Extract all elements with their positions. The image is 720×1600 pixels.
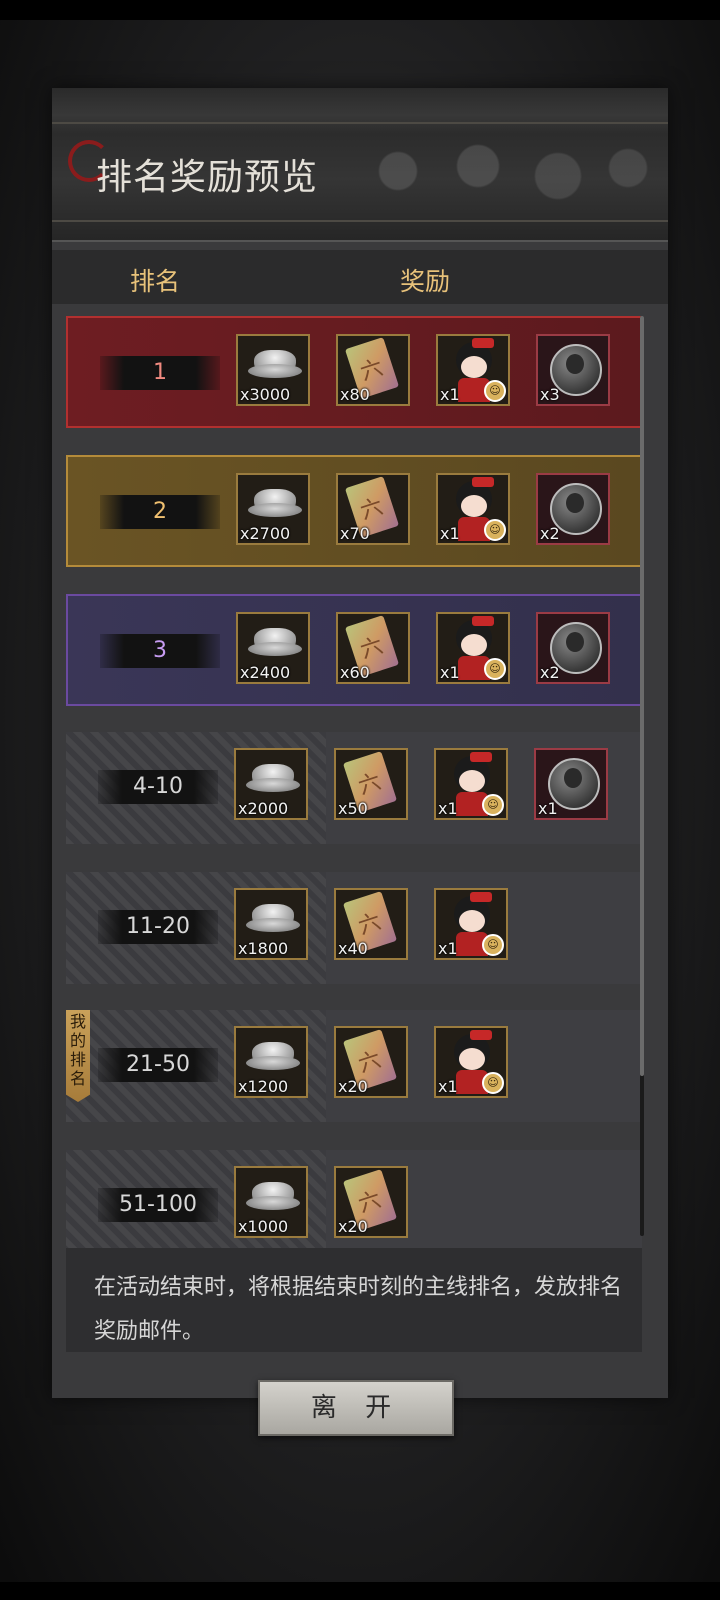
- item-quantity: x1: [438, 799, 458, 818]
- item-quantity: x1200: [238, 1077, 289, 1096]
- silver-ingot-icon: [246, 1042, 300, 1070]
- reward-list[interactable]: 1 x3000 x80 ☺ x1 x3 2 x2700 x70 ☺ x1 x2 3 …: [66, 316, 644, 1252]
- item-quantity: x50: [338, 799, 368, 818]
- character-bow: [472, 338, 494, 348]
- smile-icon: ☺: [484, 519, 506, 541]
- rank-label: 11-20: [98, 910, 218, 944]
- silver-ingot-icon: [246, 1182, 300, 1210]
- item-quantity: x1: [438, 1077, 458, 1096]
- silver-ingot-icon: [248, 628, 302, 656]
- smile-icon: ☺: [482, 794, 504, 816]
- silver-ingot-item[interactable]: x2000: [234, 748, 308, 820]
- item-quantity: x70: [340, 524, 370, 543]
- character-face: [459, 1048, 485, 1070]
- reward-row-rank-4-10: 4-10 x2000 x50 ☺ x1 x1: [66, 732, 642, 844]
- cloud-ornament: [358, 136, 658, 216]
- item-quantity: x20: [338, 1217, 368, 1236]
- character-face: [461, 495, 487, 517]
- character-face: [459, 770, 485, 792]
- item-quantity: x20: [338, 1077, 368, 1096]
- item-quantity: x2400: [240, 663, 291, 682]
- item-quantity: x2700: [240, 524, 291, 543]
- silver-ingot-item[interactable]: x1800: [234, 888, 308, 960]
- rank-label: 21-50: [98, 1048, 218, 1082]
- scrollbar-thumb[interactable]: [640, 316, 644, 1076]
- rank-label: 2: [100, 495, 220, 529]
- description-text: 在活动结束时，将根据结束时刻的主线排名，发放排名奖励邮件。: [66, 1248, 642, 1352]
- item-quantity: x80: [340, 385, 370, 404]
- item-quantity: x40: [338, 939, 368, 958]
- reward-row-rank-21-50: 21-50 x1200 x20 ☺ x1: [66, 1010, 642, 1122]
- ticket-item[interactable]: x80: [336, 334, 410, 406]
- ticket-item[interactable]: x20: [334, 1166, 408, 1238]
- item-quantity: x2: [540, 524, 560, 543]
- character-face: [461, 634, 487, 656]
- item-quantity: x3: [540, 385, 560, 404]
- reward-column-header: 奖励: [400, 267, 451, 296]
- character-face: [461, 356, 487, 378]
- rank-column-header: 排名: [130, 267, 181, 296]
- reward-row-rank-1: 1 x3000 x80 ☺ x1 x3: [66, 316, 642, 428]
- item-quantity: x3000: [240, 385, 291, 404]
- silver-ingot-icon: [246, 904, 300, 932]
- ticket-item[interactable]: x70: [336, 473, 410, 545]
- item-quantity: x1: [440, 524, 460, 543]
- item-quantity: x1: [440, 385, 460, 404]
- smile-icon: ☺: [484, 658, 506, 680]
- item-quantity: x1: [438, 939, 458, 958]
- rank-label: 51-100: [98, 1188, 218, 1222]
- item-quantity: x2000: [238, 799, 289, 818]
- reward-row-rank-51-100: 51-100 x1000 x20: [66, 1150, 642, 1252]
- silver-ingot-item[interactable]: x2400: [236, 612, 310, 684]
- smile-icon: ☺: [482, 934, 504, 956]
- character-item[interactable]: ☺ x1: [434, 888, 508, 960]
- rank-label: 3: [100, 634, 220, 668]
- medal-item[interactable]: x3: [536, 334, 610, 406]
- smile-icon: ☺: [482, 1072, 504, 1094]
- silver-ingot-item[interactable]: x1000: [234, 1166, 308, 1238]
- silver-ingot-item[interactable]: x2700: [236, 473, 310, 545]
- ticket-item[interactable]: x40: [334, 888, 408, 960]
- character-item[interactable]: ☺ x1: [436, 473, 510, 545]
- item-quantity: x1: [440, 663, 460, 682]
- character-item[interactable]: ☺ x1: [436, 334, 510, 406]
- reward-row-rank-11-20: 11-20 x1800 x40 ☺ x1: [66, 872, 642, 984]
- rank-label: 1: [100, 356, 220, 390]
- smile-icon: ☺: [484, 380, 506, 402]
- medal-item[interactable]: x2: [536, 612, 610, 684]
- medal-item[interactable]: x2: [536, 473, 610, 545]
- character-bow: [472, 616, 494, 626]
- my-rank-tag: 我的排名: [66, 1010, 90, 1102]
- leave-button[interactable]: 离 开: [258, 1380, 454, 1436]
- item-quantity: x1: [538, 799, 558, 818]
- rank-label: 4-10: [98, 770, 218, 804]
- medal-item[interactable]: x1: [534, 748, 608, 820]
- reward-row-rank-2: 2 x2700 x70 ☺ x1 x2: [66, 455, 642, 567]
- silver-ingot-item[interactable]: x3000: [236, 334, 310, 406]
- table-header: 排名 奖励: [52, 250, 668, 304]
- character-face: [459, 910, 485, 932]
- ticket-item[interactable]: x50: [334, 748, 408, 820]
- ticket-item[interactable]: x60: [336, 612, 410, 684]
- ticket-item[interactable]: x20: [334, 1026, 408, 1098]
- character-item[interactable]: ☺ x1: [434, 1026, 508, 1098]
- character-bow: [470, 752, 492, 762]
- silver-ingot-icon: [248, 350, 302, 378]
- silver-ingot-icon: [248, 489, 302, 517]
- silver-ingot-icon: [246, 764, 300, 792]
- character-item[interactable]: ☺ x1: [434, 748, 508, 820]
- page-title: 排名奖励预览: [96, 157, 319, 198]
- status-bar: [0, 0, 720, 20]
- character-bow: [472, 477, 494, 487]
- character-item[interactable]: ☺ x1: [436, 612, 510, 684]
- character-bow: [470, 892, 492, 902]
- silver-ingot-item[interactable]: x1200: [234, 1026, 308, 1098]
- navigation-bar: [0, 1582, 720, 1600]
- character-bow: [470, 1030, 492, 1040]
- reward-row-rank-3: 3 x2400 x60 ☺ x1 x2: [66, 594, 642, 706]
- item-quantity: x2: [540, 663, 560, 682]
- item-quantity: x60: [340, 663, 370, 682]
- item-quantity: x1000: [238, 1217, 289, 1236]
- item-quantity: x1800: [238, 939, 289, 958]
